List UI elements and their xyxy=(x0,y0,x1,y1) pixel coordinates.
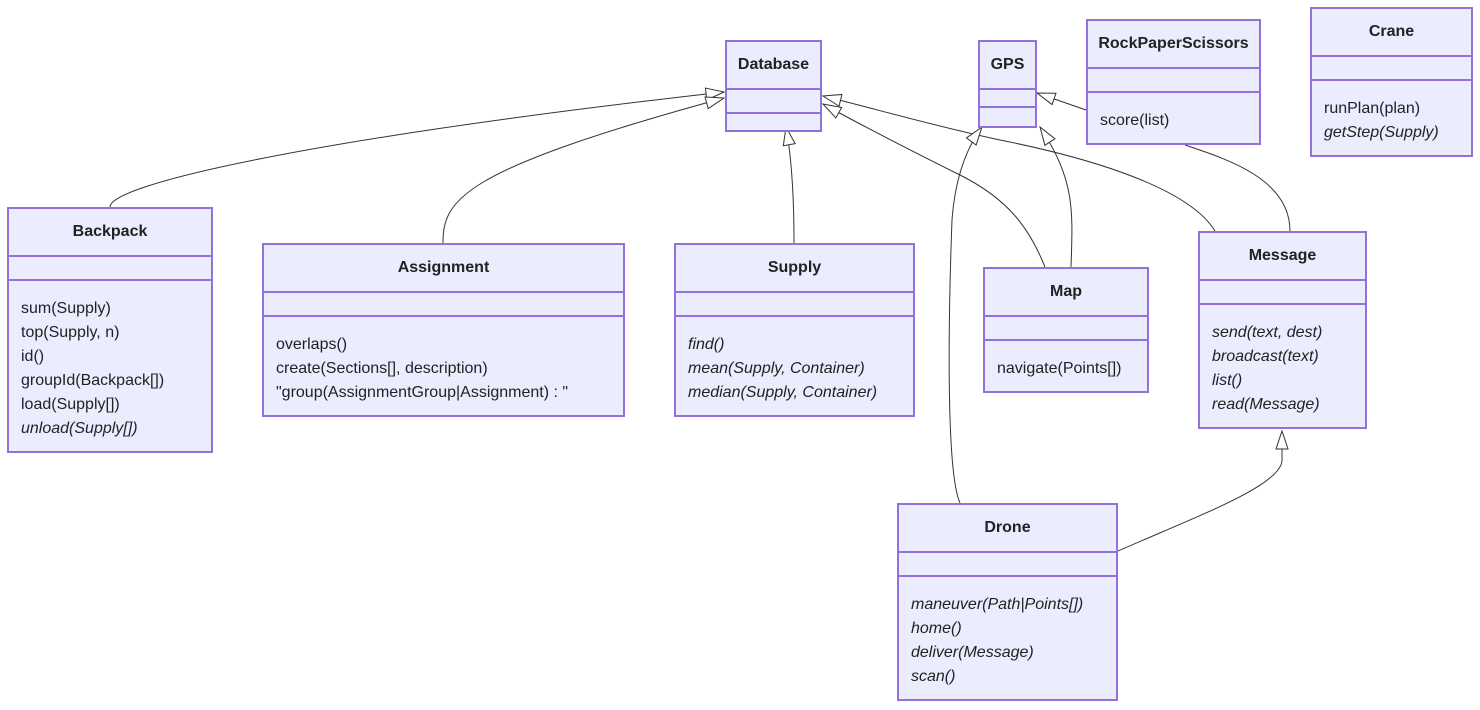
class-map[interactable]: Map navigate(Points[]) xyxy=(983,267,1149,393)
method: top(Supply, n) xyxy=(21,324,120,341)
attributes-compartment xyxy=(676,293,913,317)
method: list() xyxy=(1212,372,1243,389)
attributes-compartment xyxy=(1200,281,1365,305)
class-title: Message xyxy=(1200,233,1365,281)
method: median(Supply, Container) xyxy=(688,384,878,401)
method: home() xyxy=(911,620,962,637)
method: sum(Supply) xyxy=(21,300,111,317)
method: id() xyxy=(21,348,45,365)
class-title: Supply xyxy=(676,245,913,293)
attributes-compartment xyxy=(985,317,1147,341)
edge-supply-database xyxy=(786,127,794,244)
class-title: Database xyxy=(727,42,820,90)
method: send(text, dest) xyxy=(1212,324,1323,341)
methods-compartment: send(text, dest) broadcast(text) list() … xyxy=(1200,305,1365,427)
method: create(Sections[], description) xyxy=(276,360,488,377)
methods-compartment xyxy=(727,114,820,130)
method: deliver(Message) xyxy=(911,644,1034,661)
class-supply[interactable]: Supply find() mean(Supply, Container) me… xyxy=(674,243,915,417)
class-title: Drone xyxy=(899,505,1116,553)
attributes-compartment xyxy=(264,293,623,317)
class-database[interactable]: Database xyxy=(725,40,822,132)
method: mean(Supply, Container) xyxy=(688,360,865,377)
method: getStep(Supply) xyxy=(1324,124,1439,141)
method: runPlan(plan) xyxy=(1324,100,1421,117)
class-title: Map xyxy=(985,269,1147,317)
class-crane[interactable]: Crane runPlan(plan) getStep(Supply) xyxy=(1310,7,1473,157)
class-title: Assignment xyxy=(264,245,623,293)
attributes-compartment xyxy=(1088,69,1259,93)
attributes-compartment xyxy=(9,257,211,281)
class-drone[interactable]: Drone maneuver(Path|Points[]) home() del… xyxy=(897,503,1118,701)
method: navigate(Points[]) xyxy=(997,360,1122,377)
class-title: Crane xyxy=(1312,9,1471,57)
class-title: RockPaperScissors xyxy=(1088,21,1259,69)
class-title: GPS xyxy=(980,42,1035,90)
methods-compartment: score(list) xyxy=(1088,93,1259,143)
method: maneuver(Path|Points[]) xyxy=(911,596,1084,613)
methods-compartment: runPlan(plan) getStep(Supply) xyxy=(1312,81,1471,155)
method: find() xyxy=(688,336,725,353)
class-backpack[interactable]: Backpack sum(Supply) top(Supply, n) id()… xyxy=(7,207,213,453)
methods-compartment: sum(Supply) top(Supply, n) id() groupId(… xyxy=(9,281,211,451)
attributes-compartment xyxy=(1312,57,1471,81)
class-title: Backpack xyxy=(9,209,211,257)
method: groupId(Backpack[]) xyxy=(21,372,165,389)
attributes-compartment xyxy=(899,553,1116,577)
method: overlaps() xyxy=(276,336,348,353)
method: load(Supply[]) xyxy=(21,396,120,413)
class-rockpaperscissors[interactable]: RockPaperScissors score(list) xyxy=(1086,19,1261,145)
methods-compartment: navigate(Points[]) xyxy=(985,341,1147,391)
method: "group(AssignmentGroup|Assignment) : " xyxy=(276,384,569,401)
edge-backpack-database xyxy=(109,92,724,208)
method: scan() xyxy=(911,668,956,685)
methods-compartment: maneuver(Path|Points[]) home() deliver(M… xyxy=(899,577,1116,699)
class-gps[interactable]: GPS xyxy=(978,40,1037,128)
edge-drone-gps xyxy=(948,127,982,504)
method: read(Message) xyxy=(1212,396,1320,413)
attributes-compartment xyxy=(727,90,820,114)
class-message[interactable]: Message send(text, dest) broadcast(text)… xyxy=(1198,231,1367,429)
class-assignment[interactable]: Assignment overlaps() create(Sections[],… xyxy=(262,243,625,417)
method: score(list) xyxy=(1100,112,1170,129)
edge-drone-message xyxy=(1117,431,1282,552)
method: unload(Supply[]) xyxy=(21,420,138,437)
methods-compartment: find() mean(Supply, Container) median(Su… xyxy=(676,317,913,415)
methods-compartment xyxy=(980,108,1035,126)
edge-map-gps xyxy=(1040,127,1073,268)
methods-compartment: overlaps() create(Sections[], descriptio… xyxy=(264,317,623,415)
edge-assignment-database xyxy=(442,98,724,244)
method: broadcast(text) xyxy=(1212,348,1319,365)
attributes-compartment xyxy=(980,90,1035,108)
